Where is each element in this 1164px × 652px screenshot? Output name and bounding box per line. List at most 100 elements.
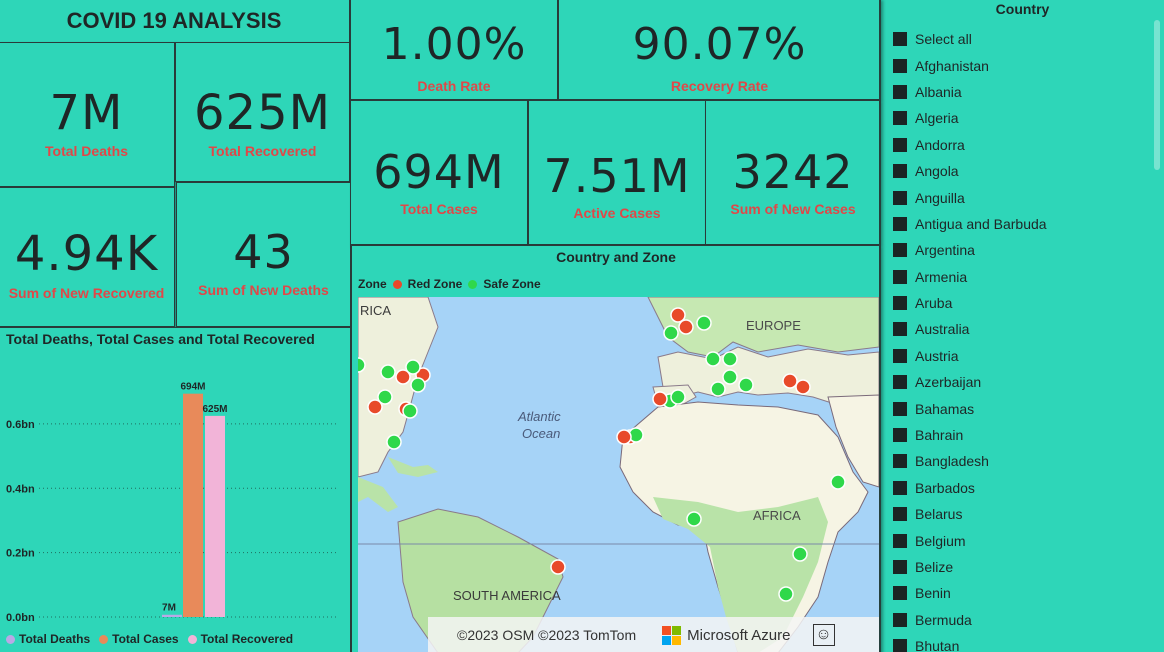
- slicer-item-label: Belize: [915, 559, 954, 575]
- kpi-total-deaths[interactable]: 7M Total Deaths: [0, 42, 175, 187]
- map-label-ocean: Ocean: [522, 426, 560, 441]
- safe-zone-marker: [710, 381, 726, 397]
- checkbox-icon[interactable]: [893, 322, 907, 337]
- kpi-recovery-rate[interactable]: 90.07% Recovery Rate: [558, 0, 881, 100]
- bar-data-label: 625M: [202, 404, 227, 415]
- checkbox-icon[interactable]: [893, 190, 907, 205]
- kpi-death-rate-label: Death Rate: [417, 78, 491, 94]
- slicer-item-belgium[interactable]: Belgium: [893, 527, 1047, 553]
- kpi-new-recovered[interactable]: 4.94K Sum of New Recovered: [0, 187, 175, 327]
- checkbox-icon[interactable]: [893, 137, 907, 152]
- safe-zone-marker: [722, 369, 738, 385]
- checkbox-icon[interactable]: [893, 348, 907, 363]
- checkbox-icon[interactable]: [893, 533, 907, 548]
- slicer-item-label: Bermuda: [915, 611, 972, 628]
- checkbox-icon[interactable]: [893, 560, 907, 574]
- bar-data-label: 694M: [180, 382, 205, 393]
- slicer-item-anguilla[interactable]: Anguilla: [893, 184, 1047, 210]
- slicer-item-label: Belarus: [915, 506, 963, 523]
- checkbox-icon[interactable]: [893, 375, 907, 390]
- checkbox-icon[interactable]: [893, 32, 907, 47]
- country-slicer[interactable]: Country Select all Afghanistan Albania Alge…: [881, 0, 1164, 652]
- slicer-item-andorra[interactable]: Andorra: [893, 132, 1047, 158]
- slicer-item-bahamas[interactable]: Bahamas: [893, 395, 1047, 421]
- checkbox-icon[interactable]: [893, 58, 907, 73]
- slicer-item-afghanistan[interactable]: Afghanistan: [893, 52, 1047, 78]
- slicer-item-albania[interactable]: Albania: [893, 79, 1047, 105]
- slicer-item-austria[interactable]: Austria: [893, 343, 1047, 369]
- kpi-death-rate-value: 1.00%: [381, 19, 527, 70]
- map-legend-dot-safe: [468, 279, 478, 289]
- checkbox-icon[interactable]: [893, 164, 907, 179]
- map-panel[interactable]: Country and Zone Zone Red Zone Safe Zone: [351, 245, 881, 652]
- landmass-north-america: [358, 297, 439, 478]
- slicer-item-armenia[interactable]: Armenia: [893, 264, 1047, 290]
- checkbox-icon[interactable]: [893, 507, 907, 522]
- safe-zone-marker: [830, 474, 846, 490]
- kpi-total-recovered-value: 625M: [193, 85, 332, 141]
- slicer-item-azerbaijan[interactable]: Azerbaijan: [893, 369, 1047, 395]
- checkbox-icon[interactable]: [893, 428, 907, 443]
- slicer-item-label: Belgium: [915, 532, 966, 549]
- slicer-item-belarus[interactable]: Belarus: [893, 501, 1047, 527]
- slicer-item-bahrain[interactable]: Bahrain: [893, 422, 1047, 448]
- map-canvas[interactable]: RICA EUROPE Atlantic Ocean AFRICA SOUTH …: [358, 297, 879, 652]
- checkbox-icon[interactable]: [893, 269, 907, 284]
- slicer-item-belize[interactable]: Belize: [893, 554, 1047, 580]
- slicer-item-benin[interactable]: Benin: [893, 580, 1047, 606]
- checkbox-icon[interactable]: [893, 454, 907, 469]
- checkbox-icon[interactable]: [893, 612, 907, 627]
- safe-zone-marker: [410, 377, 426, 393]
- red-zone-marker: [782, 373, 798, 389]
- kpi-recovery-rate-value: 90.07%: [632, 19, 807, 70]
- red-zone-marker: [652, 391, 668, 407]
- kpi-total-cases[interactable]: 694M Total Cases: [350, 100, 528, 245]
- legend-label-deaths: Total Deaths: [19, 632, 91, 646]
- kpi-active-cases[interactable]: 7.51M Active Cases: [528, 100, 706, 245]
- map-title: Country and Zone: [556, 249, 676, 265]
- slicer-item-australia[interactable]: Australia: [893, 316, 1047, 342]
- safe-zone-marker: [686, 511, 702, 527]
- slicer-item-barbados[interactable]: Barbados: [893, 475, 1047, 501]
- slicer-item-bangladesh[interactable]: Bangladesh: [893, 448, 1047, 474]
- checkbox-icon[interactable]: [893, 243, 907, 258]
- slicer-item-label: Bahamas: [915, 400, 975, 417]
- landmass-central-america: [358, 477, 398, 512]
- kpi-new-deaths[interactable]: 43 Sum of New Deaths: [176, 182, 351, 327]
- bar-total-cases: [183, 393, 203, 617]
- slicer-scrollbar[interactable]: [1154, 20, 1160, 170]
- bar-data-label: 7M: [162, 603, 176, 614]
- slicer-item-argentina[interactable]: Argentina: [893, 237, 1047, 263]
- kpi-death-rate[interactable]: 1.00% Death Rate: [350, 0, 558, 100]
- safe-zone-marker: [405, 359, 421, 375]
- slicer-item-aruba[interactable]: Aruba: [893, 290, 1047, 316]
- slicer-item-select-all[interactable]: Select all: [893, 26, 1047, 52]
- dashboard-title: COVID 19 ANALYSIS: [66, 8, 282, 33]
- checkbox-icon[interactable]: [893, 586, 907, 601]
- slicer-item-label: Anguilla: [915, 189, 965, 206]
- bar-chart-panel[interactable]: Total Deaths, Total Cases and Total Reco…: [0, 327, 351, 652]
- slicer-item-label: Bahrain: [915, 427, 964, 444]
- slicer-item-label: Andorra: [915, 136, 965, 153]
- checkbox-icon[interactable]: [893, 639, 907, 652]
- checkbox-icon[interactable]: [893, 296, 907, 311]
- kpi-total-recovered[interactable]: 625M Total Recovered: [175, 42, 350, 182]
- y-tick-label: 0.2bn: [6, 548, 35, 560]
- kpi-total-cases-value: 694M: [373, 145, 505, 199]
- checkbox-icon[interactable]: [893, 480, 907, 495]
- slicer-item-antigua-and-barbuda[interactable]: Antigua and Barbuda: [893, 211, 1047, 237]
- slicer-item-label: Austria: [915, 347, 959, 364]
- slicer-item-label: Antigua and Barbuda: [915, 215, 1047, 232]
- kpi-total-cases-label: Total Cases: [400, 201, 478, 217]
- checkbox-icon[interactable]: [893, 84, 907, 99]
- slicer-item-algeria[interactable]: Algeria: [893, 105, 1047, 131]
- slicer-item-angola[interactable]: Angola: [893, 158, 1047, 184]
- slicer-item-bhutan[interactable]: Bhutan: [893, 633, 1047, 652]
- kpi-new-cases[interactable]: 3242 Sum of New Cases: [705, 100, 881, 245]
- checkbox-icon[interactable]: [893, 216, 907, 231]
- slicer-item-bermuda[interactable]: Bermuda: [893, 607, 1047, 633]
- map-label-rica: RICA: [360, 303, 391, 318]
- checkbox-icon[interactable]: [893, 111, 907, 126]
- checkbox-icon[interactable]: [893, 401, 907, 416]
- smiley-icon[interactable]: ☺: [812, 624, 835, 646]
